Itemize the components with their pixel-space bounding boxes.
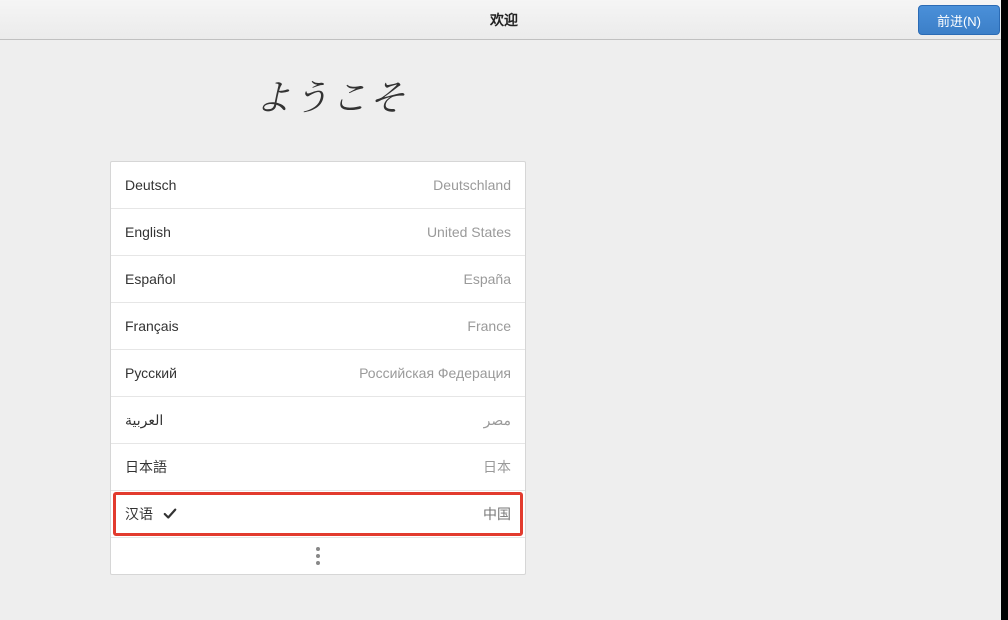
- more-languages-button[interactable]: [111, 538, 525, 574]
- language-row-japanese[interactable]: 日本語 日本: [111, 444, 525, 491]
- language-name: Deutsch: [125, 177, 176, 193]
- next-button[interactable]: 前进(N): [918, 5, 1000, 35]
- language-region: Deutschland: [433, 177, 511, 193]
- language-region: 中国: [483, 504, 511, 524]
- language-name: Русский: [125, 365, 177, 381]
- header-title: 欢迎: [490, 10, 518, 30]
- language-name: 日本語: [125, 457, 167, 477]
- language-region: France: [467, 318, 511, 334]
- language-row-francais[interactable]: Français France: [111, 303, 525, 350]
- welcome-title: ようこそ: [255, 70, 1008, 121]
- language-region: مصر: [484, 412, 511, 429]
- language-row-arabic[interactable]: العربية مصر: [111, 397, 525, 444]
- content-area: ようこそ Deutsch Deutschland English United …: [0, 40, 1008, 575]
- language-name: Español: [125, 271, 176, 287]
- language-region: España: [464, 271, 511, 287]
- more-icon: [316, 547, 320, 565]
- language-name: Français: [125, 318, 179, 334]
- language-row-chinese[interactable]: 汉语 中国: [111, 491, 525, 538]
- language-row-deutsch[interactable]: Deutsch Deutschland: [111, 162, 525, 209]
- language-name: العربية: [125, 412, 163, 429]
- header-bar: 欢迎 前进(N): [0, 0, 1008, 40]
- language-name: 汉语: [125, 504, 177, 524]
- language-region: Российская Федерация: [359, 365, 511, 381]
- language-list: Deutsch Deutschland English United State…: [110, 161, 526, 575]
- language-name: English: [125, 224, 171, 240]
- language-region: 日本: [483, 457, 511, 477]
- check-icon: [163, 507, 177, 521]
- right-edge-border: [1001, 0, 1008, 620]
- language-row-english[interactable]: English United States: [111, 209, 525, 256]
- language-row-russian[interactable]: Русский Российская Федерация: [111, 350, 525, 397]
- language-region: United States: [427, 224, 511, 240]
- next-button-label: 前进(N): [937, 11, 981, 30]
- language-name-text: 汉语: [125, 504, 153, 524]
- language-row-espanol[interactable]: Español España: [111, 256, 525, 303]
